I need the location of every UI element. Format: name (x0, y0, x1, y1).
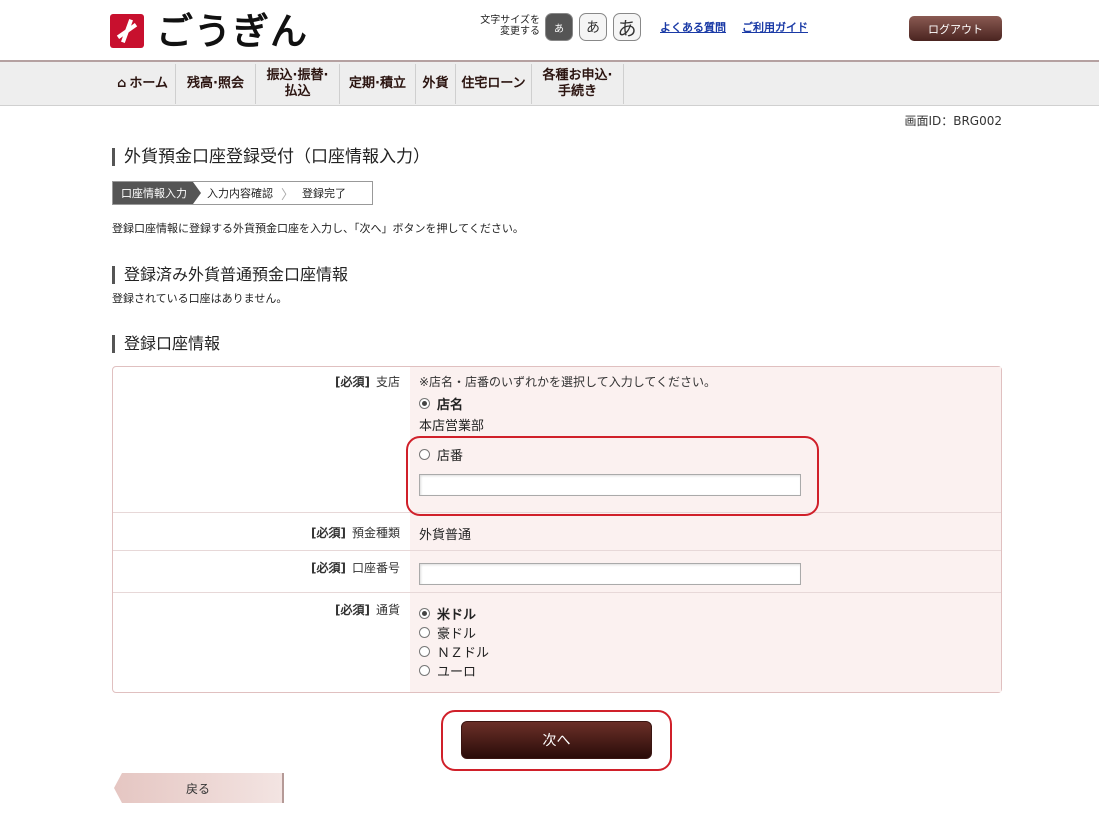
next-button-highlight (441, 710, 672, 771)
nav-applications-line1: 各種お申込· (542, 68, 613, 83)
font-size-label: 文字サイズを 変更する (480, 15, 540, 37)
font-size-small-button[interactable]: あ (545, 13, 573, 41)
branch-note: ※店名・店番のいずれかを選択して入力してください。 (419, 375, 716, 389)
deposit-type-label: [必須] 預金種類 (113, 513, 410, 550)
radio-unselected-icon[interactable] (419, 646, 430, 657)
step-input: 口座情報入力 (113, 182, 201, 204)
font-size-large-button[interactable]: あ (613, 13, 641, 41)
branch-label: [必須] 支店 (113, 367, 410, 512)
instruction-text: 登録口座情報に登録する外貨預金口座を入力し、「次へ」ボタンを押してください。 (112, 222, 524, 235)
currency-aud-label: 豪ドル (437, 627, 477, 642)
step-confirm: 入力内容確認 (207, 187, 273, 200)
nav-transfer[interactable]: 振込·振替· 払込 (256, 64, 340, 104)
deposit-type-value: 外貨普通 (419, 528, 472, 543)
currency-nzd-label: ＮＺドル (437, 646, 490, 661)
no-accounts-message: 登録されている口座はありません。 (112, 292, 288, 305)
currency-eur-label: ユーロ (437, 665, 477, 680)
currency-radio-eur[interactable]: ユーロ (419, 661, 476, 680)
back-button[interactable]: 戻る (114, 773, 284, 803)
radio-unselected-icon[interactable] (419, 627, 430, 638)
currency-usd-label: 米ドル (437, 608, 477, 623)
deposit-type-label-text: 預金種類 (351, 526, 400, 540)
currency-label-text: 通貨 (375, 603, 400, 617)
page-title: 外貨預金口座登録受付（口座情報入力） (112, 148, 430, 166)
guide-link[interactable]: ご利用ガイド (742, 19, 808, 35)
deposit-type-value-cell: 外貨普通 (410, 513, 1001, 550)
nav-foreign[interactable]: 外貨 (416, 64, 456, 104)
header: ごうぎん 文字サイズを 変更する あ あ あ よくある質問 ご利用ガイド ログア… (0, 0, 1099, 60)
branch-name-value: 本店営業部 (419, 419, 485, 434)
deposit-type-row: [必須] 預金種類 外貨普通 (113, 513, 1001, 551)
logo-text[interactable]: ごうぎん (156, 10, 308, 54)
account-number-label: [必須] 口座番号 (113, 551, 410, 592)
currency-label: [必須] 通貨 (113, 593, 410, 692)
branch-number-highlight (406, 436, 819, 516)
currency-radio-usd[interactable]: 米ドル (419, 604, 476, 623)
progress-steps: 口座情報入力 入力内容確認 〉 登録完了 (112, 181, 373, 205)
radio-unselected-icon[interactable] (419, 665, 430, 676)
logout-button[interactable]: ログアウト (909, 16, 1002, 41)
nav-home-label: ホーム (129, 76, 168, 91)
nav-deposit[interactable]: 定期·積立 (340, 64, 416, 104)
step-complete: 登録完了 (302, 187, 347, 200)
account-number-label-text: 口座番号 (351, 561, 400, 575)
account-info-heading: 登録口座情報 (112, 335, 220, 353)
account-number-input[interactable] (419, 563, 801, 585)
account-number-value-cell (410, 551, 1001, 592)
account-number-row: [必須] 口座番号 (113, 551, 1001, 593)
nav-housing-loan[interactable]: 住宅ローン (456, 64, 532, 104)
branch-label-text: 支店 (375, 375, 400, 389)
currency-options: 米ドル 豪ドル ＮＺドル ユーロ (410, 593, 1001, 692)
step-chevron-icon: 〉 (281, 187, 295, 203)
main-nav: ⌂ ホーム 残高·照会 振込·振替· 払込 定期·積立 外貨 住宅ローン 各種お… (0, 60, 1099, 106)
currency-radio-aud[interactable]: 豪ドル (419, 623, 476, 642)
required-mark: [必須] (335, 375, 370, 389)
faq-link[interactable]: よくある質問 (660, 19, 726, 35)
required-mark: [必須] (311, 526, 346, 540)
gogin-logo-icon[interactable] (110, 14, 144, 48)
nav-transfer-line2: 払込 (284, 84, 311, 99)
font-size-medium-button[interactable]: あ (579, 13, 607, 41)
currency-row: [必須] 通貨 米ドル 豪ドル ＮＺドル ユーロ (113, 593, 1001, 692)
required-mark: [必須] (335, 603, 370, 617)
nav-balance[interactable]: 残高·照会 (176, 64, 256, 104)
home-icon: ⌂ (117, 76, 127, 91)
nav-applications[interactable]: 各種お申込· 手続き (532, 64, 624, 104)
screen-id: 画面ID：BRG002 (904, 114, 1002, 128)
registered-accounts-heading: 登録済み外貨普通預金口座情報 (112, 266, 348, 284)
required-mark: [必須] (311, 561, 346, 575)
branch-name-radio[interactable]: 店名 (419, 394, 463, 413)
nav-applications-line2: 手続き (557, 84, 597, 99)
nav-home[interactable]: ⌂ ホーム (110, 64, 176, 104)
branch-name-option-label: 店名 (437, 398, 464, 413)
account-info-form: [必須] 支店 ※店名・店番のいずれかを選択して入力してください。 店名 本店営業… (112, 366, 1002, 693)
radio-selected-icon[interactable] (419, 608, 430, 619)
currency-radio-nzd[interactable]: ＮＺドル (419, 642, 489, 661)
radio-selected-icon[interactable] (419, 398, 430, 409)
nav-transfer-line1: 振込·振替· (266, 68, 329, 83)
